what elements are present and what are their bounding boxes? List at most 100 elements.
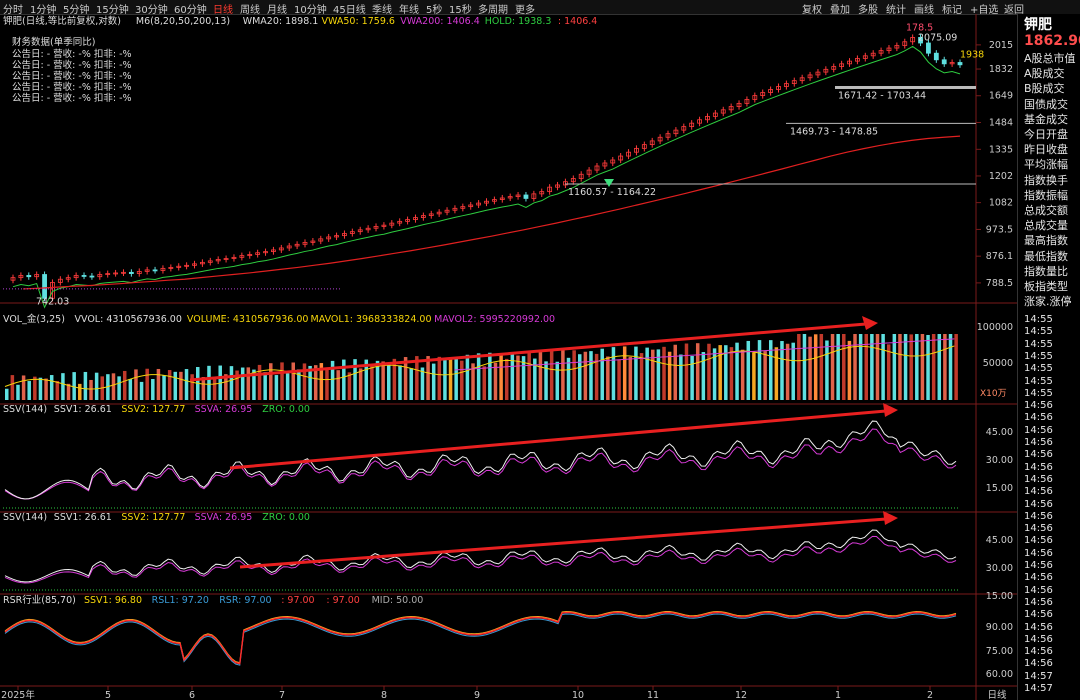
vol-bar-120 <box>679 354 683 400</box>
stat-item-7[interactable]: 平均涨幅 <box>1024 156 1068 172</box>
stat-item-3[interactable]: 国债成交 <box>1024 96 1068 112</box>
candle-4 <box>42 274 47 299</box>
time-item-15: 14:56 <box>1024 498 1053 510</box>
vol-bar-152 <box>858 334 863 400</box>
price-tick-3: 1484 <box>989 117 1013 128</box>
month-label-0: 2025年 <box>1 689 35 700</box>
finance-title: 财务数据(单季同比) <box>12 36 95 48</box>
vol-bar-121 <box>684 343 689 400</box>
time-item-23: 14:56 <box>1024 596 1053 608</box>
price-tick-4: 1335 <box>989 144 1013 155</box>
stat-item-0[interactable]: A股总市值 <box>1024 50 1076 66</box>
main-legend-3: VWA50: 1759.6 <box>322 16 395 27</box>
vol-bar-93 <box>527 352 531 400</box>
stat-item-16[interactable]: 涨家.涨停 <box>1024 293 1072 309</box>
candle-10 <box>89 275 95 278</box>
vol-bar-48 <box>274 375 279 400</box>
stat-item-13[interactable]: 最低指数 <box>1024 248 1068 264</box>
time-item-11: 14:56 <box>1024 449 1053 461</box>
stat-item-15[interactable]: 板指类型 <box>1024 278 1068 294</box>
vol-bar-23 <box>134 369 138 400</box>
time-item-5: 14:55 <box>1024 375 1053 387</box>
stock-chart: 钾肥(日线,等比前复权,对数) M6(8,20,50,200,13) WMA20: … <box>0 14 1017 700</box>
vol-bar-42 <box>240 367 245 400</box>
price-tick-0: 2015 <box>989 40 1013 51</box>
ssv1-trend-arrowhead <box>883 403 898 417</box>
stat-item-11[interactable]: 总成交量 <box>1024 217 1068 233</box>
candle-18 <box>152 269 158 272</box>
vol-bar-81 <box>460 360 464 400</box>
vol-bar-129 <box>729 347 734 400</box>
vol-bar-21 <box>122 370 127 400</box>
vol-bar-142 <box>802 334 807 400</box>
time-item-25: 14:56 <box>1024 621 1053 633</box>
vol-bar-36 <box>207 365 211 400</box>
vol-bar-133 <box>752 352 756 400</box>
annot-5: 178.5 <box>906 22 933 33</box>
vol-bar-163 <box>920 334 925 400</box>
time-item-2: 14:55 <box>1024 338 1053 350</box>
stat-item-2[interactable]: B股成交 <box>1024 80 1065 96</box>
time-item-18: 14:56 <box>1024 535 1053 547</box>
vol-bar-40 <box>229 366 234 400</box>
vol-bar-33 <box>190 374 194 400</box>
stat-item-12[interactable]: 最高指数 <box>1024 232 1068 248</box>
vol-bar-166 <box>937 334 942 400</box>
right-panel: 钾肥 1862.90 A股总市值A股成交B股成交国债成交基金成交今日开盘昨日收盘… <box>1017 14 1080 700</box>
vol-bar-124 <box>701 352 706 400</box>
vol-bar-137 <box>774 347 779 400</box>
vol-bar-50 <box>285 373 290 400</box>
stat-item-1[interactable]: A股成交 <box>1024 65 1065 81</box>
vol-legend-0: VOL_金(3,25) <box>3 313 65 325</box>
vol-bar-87 <box>493 362 498 400</box>
time-item-3: 14:55 <box>1024 350 1053 362</box>
vol-unit: X10万 <box>980 389 1007 399</box>
annot-4: 2075.09 <box>918 32 957 43</box>
vol-bar-89 <box>504 358 509 400</box>
rsr-tick-1: 75.00 <box>986 646 1013 657</box>
vol-bar-7 <box>44 378 48 400</box>
vol-bar-4 <box>27 381 31 400</box>
vol-bar-98 <box>555 361 560 400</box>
vol-bar-162 <box>915 334 919 400</box>
rsr-legend-3: RSR: 97.00 <box>219 595 271 606</box>
stat-item-6[interactable]: 昨日收盘 <box>1024 141 1068 157</box>
time-item-20: 14:56 <box>1024 560 1053 571</box>
month-label-4: 8 <box>381 690 387 700</box>
time-item-6: 14:55 <box>1024 387 1053 399</box>
vol-bar-68 <box>387 362 391 400</box>
main-legend-4: VWA200: 1406.4 <box>400 16 479 27</box>
ssv2-legend-1: SSV1: 26.61 <box>54 512 112 523</box>
vol-bar-22 <box>128 378 133 400</box>
time-item-27: 14:56 <box>1024 646 1053 658</box>
rsr-tick-2: 60.00 <box>986 669 1013 680</box>
month-label-1: 5 <box>105 690 111 700</box>
candle-65 <box>523 194 529 199</box>
candle-120 <box>957 62 963 66</box>
vol-bar-51 <box>291 362 295 400</box>
stat-item-5[interactable]: 今日开盘 <box>1024 126 1068 142</box>
time-item-19: 14:56 <box>1024 547 1053 559</box>
time-item-8: 14:56 <box>1024 412 1053 424</box>
vol-bar-43 <box>246 367 251 400</box>
vol-bar-30 <box>173 371 178 400</box>
price-tick-7: 973.5 <box>986 224 1013 235</box>
stat-item-9[interactable]: 指数振幅 <box>1024 187 1068 203</box>
stat-item-10[interactable]: 总成交额 <box>1024 202 1068 218</box>
vol-bar-13 <box>78 383 82 400</box>
vol-bar-134 <box>757 340 762 400</box>
stat-item-8[interactable]: 指数换手 <box>1024 172 1068 188</box>
annot-3: 1671.42 - 1703.44 <box>838 90 926 101</box>
vol-bar-24 <box>139 381 144 400</box>
ssv1-legend-4: ZRO: 0.00 <box>262 404 310 415</box>
stat-item-4[interactable]: 基金成交 <box>1024 111 1068 127</box>
ssv2-legend-4: ZRO: 0.00 <box>262 512 310 523</box>
vol-bar-70 <box>398 365 402 400</box>
vol-bar-109 <box>617 359 621 400</box>
candle-9 <box>81 275 87 277</box>
stat-item-14[interactable]: 指数量比 <box>1024 263 1068 279</box>
time-item-24: 14:56 <box>1024 609 1053 621</box>
vol-bar-65 <box>370 364 374 400</box>
vol-legend-3: MAVOL1: 3968333824.00 <box>311 314 432 325</box>
time-item-10: 14:56 <box>1024 437 1053 448</box>
